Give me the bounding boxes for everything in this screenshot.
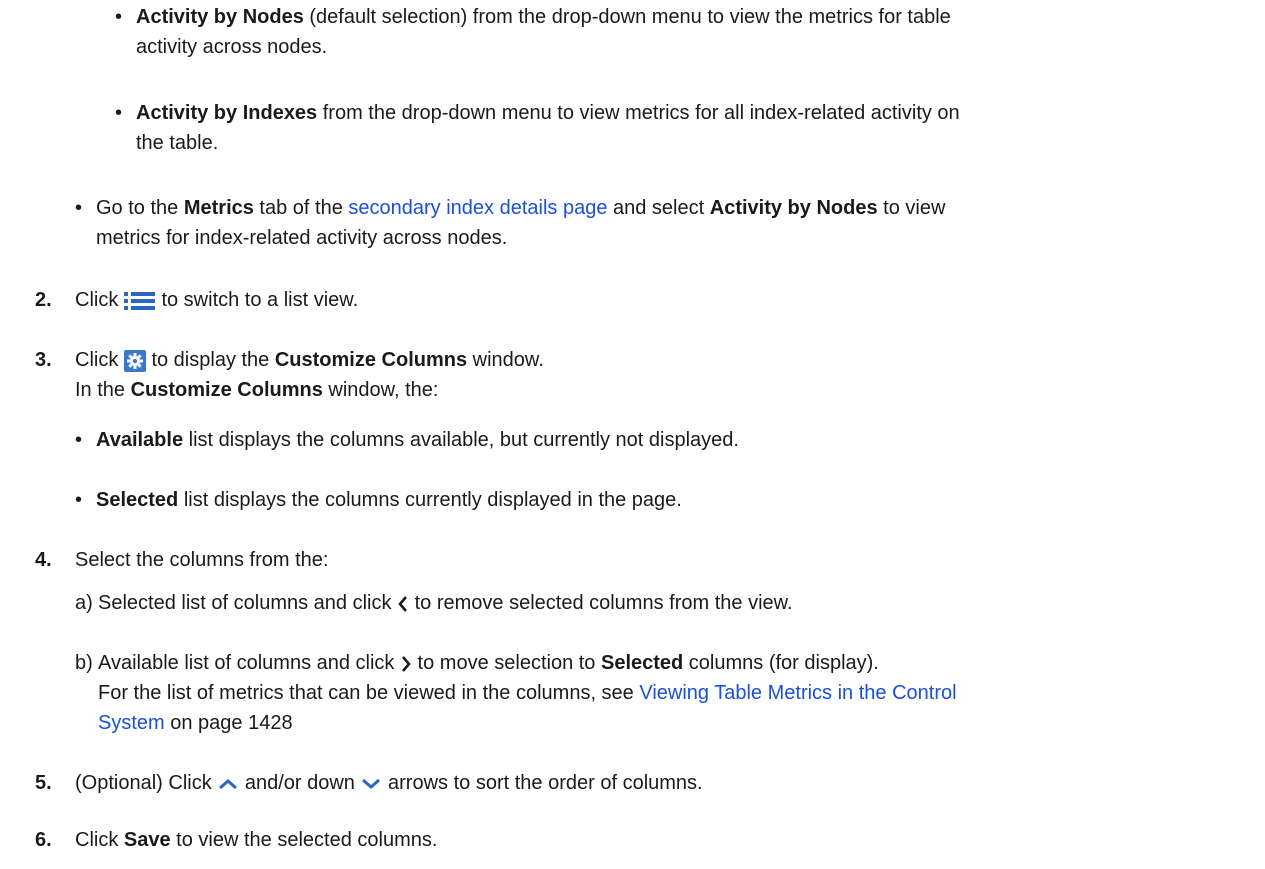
viewing-table-metrics-link[interactable]: Viewing Table Metrics in the Control bbox=[639, 682, 956, 704]
list-view-icon bbox=[123, 291, 155, 310]
text: For the list of metrics that can be view… bbox=[98, 682, 640, 704]
bullet-dot: • bbox=[75, 429, 83, 451]
gear-settings-icon bbox=[123, 349, 146, 372]
step-3: Click to display the Customize Columns w… bbox=[75, 345, 1225, 405]
step-number: 3. bbox=[35, 349, 52, 371]
bold-term: Save bbox=[123, 829, 171, 851]
text: Click bbox=[75, 829, 124, 851]
text: tab of the bbox=[253, 197, 349, 219]
substep-label: a) bbox=[75, 592, 93, 614]
bullet-text: from the drop-down menu to view metrics … bbox=[317, 102, 960, 124]
step-number: 6. bbox=[35, 829, 52, 851]
text: Selected list of columns and click bbox=[98, 592, 398, 614]
metrics-tab-bullet: Go to the Metrics tab of the secondary i… bbox=[96, 193, 1246, 253]
bullet-dot: • bbox=[115, 102, 123, 124]
text: arrows to sort the order of columns. bbox=[382, 772, 703, 794]
text: Select the columns from the: bbox=[75, 549, 329, 571]
bold-term: Selected bbox=[600, 652, 684, 674]
secondary-index-details-link[interactable]: secondary index details page bbox=[348, 197, 607, 219]
text: (Optional) Click bbox=[75, 772, 218, 794]
bold-term: Available bbox=[96, 429, 184, 451]
chevron-left-icon bbox=[398, 595, 408, 612]
text: Go to the bbox=[96, 197, 184, 219]
step-6: Click Save to view the selected columns. bbox=[75, 825, 437, 855]
selected-bullet: Selected list displays the columns curre… bbox=[96, 485, 682, 515]
bullet-text-cont: the table. bbox=[136, 132, 219, 154]
document-page: { "sub_bullets_top": [ { "bold": "Activi… bbox=[0, 0, 1265, 869]
text: and/or down bbox=[239, 772, 361, 794]
substep-b: Available list of columns and click to m… bbox=[98, 648, 1248, 738]
step-4: Select the columns from the: bbox=[75, 545, 328, 575]
bullet-dot: • bbox=[115, 6, 123, 28]
text: on page 1428 bbox=[164, 712, 293, 734]
text: to switch to a list view. bbox=[155, 289, 359, 311]
chevron-up-icon bbox=[219, 778, 238, 789]
text: In the bbox=[75, 379, 131, 401]
available-bullet: Available list displays the columns avai… bbox=[96, 425, 739, 455]
sub-bullet-activity-by-indexes: Activity by Indexes from the drop-down m… bbox=[136, 98, 1246, 158]
text-cont: metrics for index-related activity acros… bbox=[96, 227, 508, 249]
text: list displays the columns available, but… bbox=[183, 429, 739, 451]
chevron-down-icon bbox=[362, 778, 381, 789]
step-2: Click to switch to a list view. bbox=[75, 285, 358, 315]
sub-bullet-activity-by-nodes: Activity by Nodes (default selection) fr… bbox=[136, 2, 1246, 62]
bullet-text-cont: activity across nodes. bbox=[136, 36, 328, 58]
bold-term: Activity by Nodes bbox=[136, 6, 304, 28]
text: to remove selected columns from the view… bbox=[409, 592, 793, 614]
text: to view the selected columns. bbox=[170, 829, 438, 851]
text: Click bbox=[75, 289, 124, 311]
bold-term: Selected bbox=[96, 489, 179, 511]
text: window, the: bbox=[322, 379, 439, 401]
text: to display the bbox=[145, 349, 275, 371]
substep-a: Selected list of columns and click to re… bbox=[98, 588, 793, 618]
text: columns (for display). bbox=[683, 652, 879, 674]
bold-term: Customize Columns bbox=[130, 379, 323, 401]
step-5: (Optional) Click and/or down arrows to s… bbox=[75, 768, 703, 798]
bold-term: Activity by Nodes bbox=[709, 197, 878, 219]
viewing-table-metrics-link-cont[interactable]: System bbox=[98, 712, 165, 734]
bold-term: Metrics bbox=[183, 197, 254, 219]
text: window. bbox=[467, 349, 544, 371]
step-number: 2. bbox=[35, 289, 52, 311]
text: to view bbox=[877, 197, 946, 219]
step-number: 4. bbox=[35, 549, 52, 571]
substep-label: b) bbox=[75, 652, 93, 674]
chevron-right-icon bbox=[402, 655, 411, 672]
text: Click bbox=[75, 349, 124, 371]
text: to move selection to bbox=[412, 652, 601, 674]
bullet-dot: • bbox=[75, 489, 83, 511]
bullet-text: (default selection) from the drop-down m… bbox=[303, 6, 951, 28]
step-number: 5. bbox=[35, 772, 52, 794]
bold-term: Activity by Indexes bbox=[136, 102, 318, 124]
text: Available list of columns and click bbox=[98, 652, 400, 674]
text: and select bbox=[607, 197, 710, 219]
bold-term: Customize Columns bbox=[274, 349, 468, 371]
bullet-dot: • bbox=[75, 197, 83, 219]
text: list displays the columns currently disp… bbox=[178, 489, 682, 511]
